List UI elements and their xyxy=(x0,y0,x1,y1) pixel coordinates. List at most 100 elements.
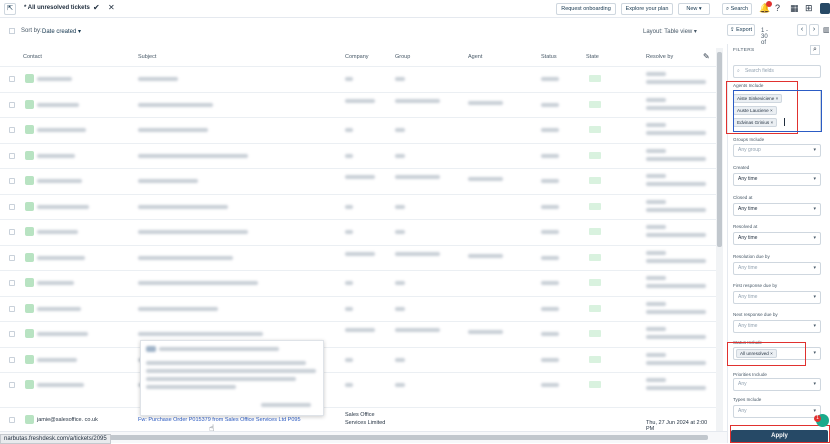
contact-redacted[interactable] xyxy=(37,179,82,183)
table-row[interactable] xyxy=(0,295,716,322)
table-row[interactable] xyxy=(0,168,716,194)
column-header-resolve-by[interactable]: Resolve by xyxy=(646,48,673,66)
table-row[interactable] xyxy=(0,321,716,347)
column-header-agent[interactable]: Agent xyxy=(468,48,482,66)
avatar[interactable] xyxy=(820,3,830,14)
search-fields-input[interactable]: ⌕ Search fields xyxy=(733,65,821,78)
resolved-filter-select[interactable]: Any time ▾ xyxy=(733,232,821,245)
checkmark-icon[interactable]: ✔ xyxy=(93,3,100,12)
resolution-due-select[interactable]: Any time ▾ xyxy=(733,262,821,275)
subject-redacted[interactable] xyxy=(138,128,208,132)
row-checkbox[interactable] xyxy=(9,76,15,82)
request-onboarding-button[interactable]: Request onboarding xyxy=(556,3,616,15)
first-response-select[interactable]: Any time ▾ xyxy=(733,291,821,304)
row-checkbox[interactable] xyxy=(9,152,15,159)
subject-redacted[interactable] xyxy=(138,306,218,311)
row-checkbox[interactable] xyxy=(9,280,15,286)
expand-icon[interactable]: ⇱ xyxy=(4,3,16,15)
contact-redacted[interactable] xyxy=(37,204,89,209)
search-button[interactable]: ⌕ Search xyxy=(722,3,752,15)
column-header-group[interactable]: Group xyxy=(395,48,410,66)
types-filter-select[interactable]: Any ▾ xyxy=(733,405,821,418)
contact-redacted[interactable] xyxy=(37,332,88,336)
next-response-select[interactable]: Any time ▾ xyxy=(733,320,821,333)
vertical-scrollbar[interactable] xyxy=(716,48,723,431)
contact-email[interactable]: jamie@salesoffice. co.uk xyxy=(37,417,98,423)
new-button[interactable]: New ▾ xyxy=(678,3,710,15)
apps-icon[interactable]: ⊞ xyxy=(805,3,813,14)
row-checkbox[interactable] xyxy=(9,356,15,363)
resolve-by-redacted-2 xyxy=(646,335,706,339)
subject-redacted[interactable] xyxy=(138,281,258,285)
table-row[interactable] xyxy=(0,244,716,271)
row-checkbox[interactable] xyxy=(9,203,15,210)
contact-redacted[interactable] xyxy=(37,383,84,387)
table-row[interactable] xyxy=(0,372,716,398)
contact-redacted[interactable] xyxy=(37,153,75,158)
table-row[interactable] xyxy=(0,219,716,245)
closed-filter-select[interactable]: Any time ▾ xyxy=(733,203,821,216)
contact-redacted[interactable] xyxy=(37,102,79,107)
row-checkbox[interactable] xyxy=(9,127,15,133)
subject-redacted[interactable] xyxy=(138,230,248,234)
contact-redacted[interactable] xyxy=(37,306,81,311)
resolve-by-redacted-1 xyxy=(646,327,666,331)
ticket-subject-link[interactable]: Fw: Purchase Order P015379 from Sales Of… xyxy=(138,417,301,423)
row-checkbox[interactable] xyxy=(9,382,15,388)
created-filter-select[interactable]: Any time ▾ xyxy=(733,173,821,186)
table-row[interactable] xyxy=(0,142,716,169)
contact-redacted[interactable] xyxy=(37,77,72,81)
table-row[interactable] xyxy=(0,91,716,118)
column-header-status[interactable]: Status xyxy=(541,48,557,66)
contact-redacted[interactable] xyxy=(37,128,86,132)
row-checkbox[interactable] xyxy=(9,331,15,337)
subject-redacted[interactable] xyxy=(138,179,198,183)
row-checkbox[interactable] xyxy=(9,229,15,235)
row-checkbox[interactable] xyxy=(9,254,15,261)
columns-icon[interactable]: ▥ xyxy=(823,26,830,34)
subject-redacted[interactable] xyxy=(138,255,233,260)
prev-page-icon[interactable]: ‹ xyxy=(797,24,807,36)
subject-redacted[interactable] xyxy=(138,102,213,107)
groups-filter-select[interactable]: Any group ▾ xyxy=(733,144,821,157)
view-title[interactable]: * All unresolved tickets xyxy=(24,5,90,11)
subject-redacted[interactable] xyxy=(138,77,178,81)
column-header-state[interactable]: State xyxy=(586,48,599,66)
table-row[interactable] xyxy=(0,270,716,296)
column-header-subject[interactable]: Subject xyxy=(138,48,156,66)
row-checkbox[interactable] xyxy=(9,417,15,423)
table-row[interactable]: jamie@salesoffice. co.uk Fw: Purchase Or… xyxy=(0,407,716,431)
groups-placeholder: Any group xyxy=(738,147,761,153)
marketplace-icon[interactable]: ▦ xyxy=(790,3,799,14)
column-header-company[interactable]: Company xyxy=(345,48,369,66)
table-row[interactable] xyxy=(0,117,716,143)
row-checkbox[interactable] xyxy=(9,101,15,108)
row-checkbox[interactable] xyxy=(9,305,15,312)
h-scrollbar-thumb[interactable] xyxy=(8,435,708,440)
next-page-icon[interactable]: › xyxy=(809,24,819,36)
contact-redacted[interactable] xyxy=(37,281,74,285)
column-settings-icon[interactable]: ✎ xyxy=(703,52,710,61)
table-row[interactable] xyxy=(0,193,716,220)
column-header-contact[interactable]: Contact xyxy=(23,48,42,66)
priorities-filter-select[interactable]: Any ▾ xyxy=(733,378,821,391)
table-row[interactable] xyxy=(0,66,716,92)
sort-by-dropdown[interactable]: Date created ▾ xyxy=(42,28,81,35)
export-button[interactable]: ⇪ Export xyxy=(727,24,755,36)
subject-redacted[interactable] xyxy=(138,204,228,209)
table-row[interactable] xyxy=(0,346,716,373)
row-checkbox[interactable] xyxy=(9,178,15,184)
contact-redacted[interactable] xyxy=(37,230,78,234)
contact-redacted[interactable] xyxy=(37,357,77,362)
search-icon[interactable]: ⌕ xyxy=(810,45,820,55)
help-icon[interactable]: ? xyxy=(775,3,780,13)
subject-redacted[interactable] xyxy=(138,332,263,336)
subject-redacted[interactable] xyxy=(138,153,248,158)
layout-dropdown[interactable]: Layout: Table view ▾ xyxy=(643,28,697,35)
chevron-down-icon: ▾ xyxy=(813,265,816,271)
explore-plan-button[interactable]: Explore your plan xyxy=(621,3,673,15)
scrollbar-thumb[interactable] xyxy=(717,52,722,247)
select-all-checkbox[interactable] xyxy=(9,28,15,34)
contact-redacted[interactable] xyxy=(37,255,85,260)
close-icon[interactable]: ✕ xyxy=(108,3,115,12)
